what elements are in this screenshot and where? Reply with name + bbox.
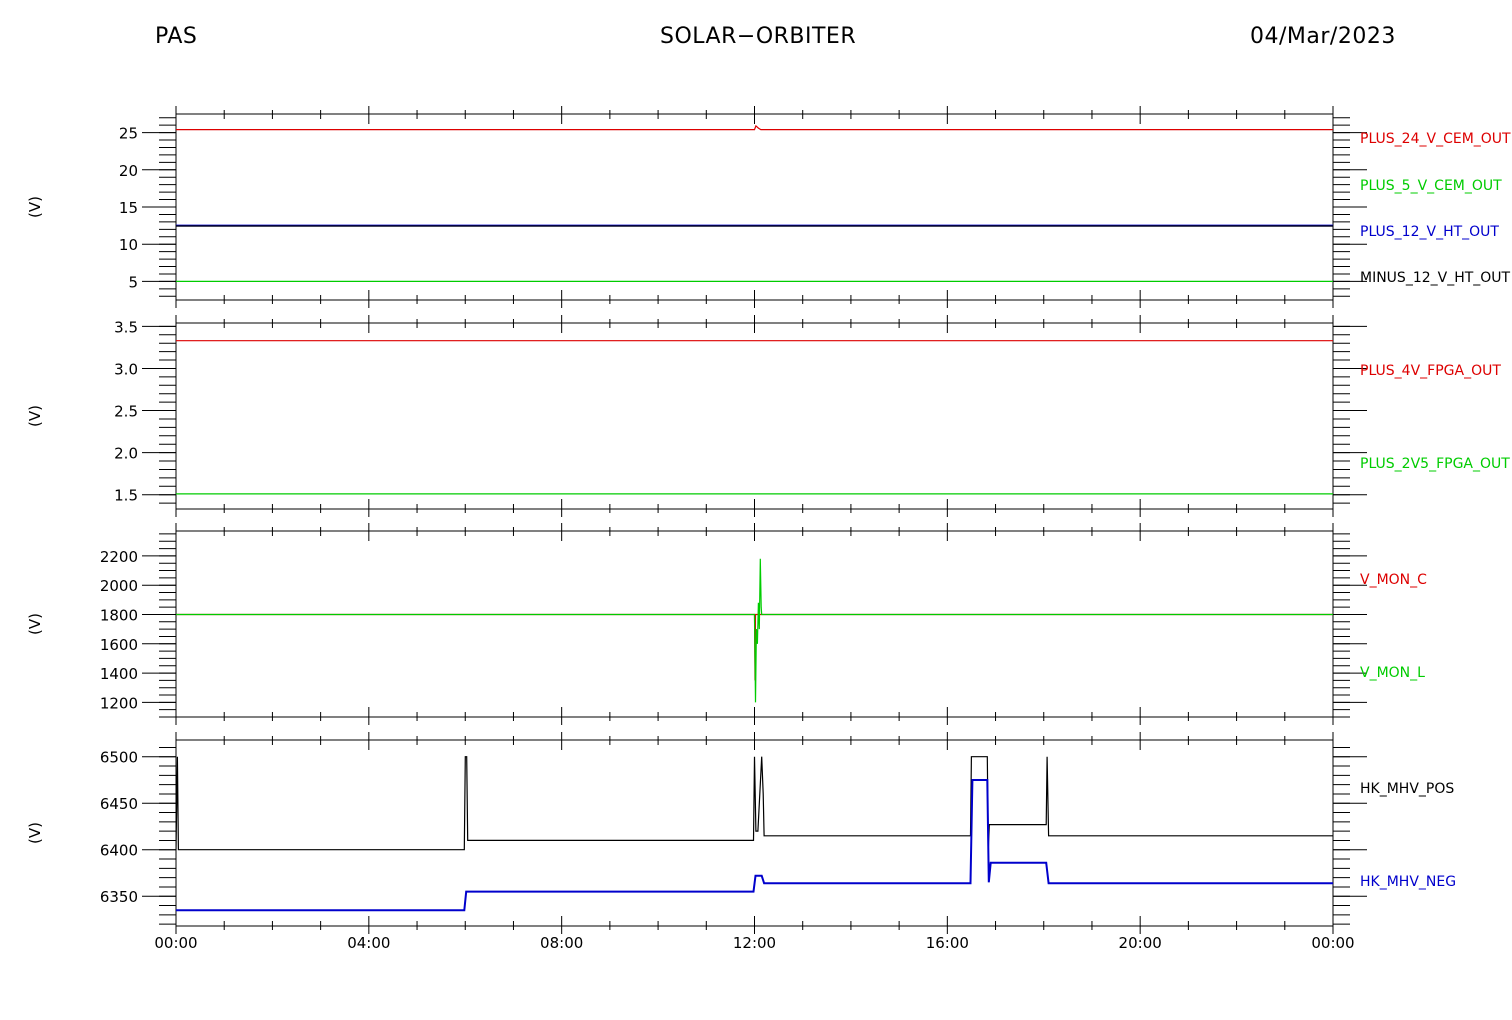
legend-label: PLUS_24_V_CEM_OUT [1360, 131, 1511, 147]
y-tick-label: 10 [119, 236, 138, 254]
panel-2: 1.5 2.0 2.5 3.0 3.5 (V) PLUS_4V_FPGA_OUT PLUS_2… [26, 315, 1510, 517]
y-tick-label: 20 [119, 162, 138, 180]
y-tick-label: 6400 [100, 842, 138, 860]
y-axis-label: (V) [26, 613, 44, 635]
panel-3: 1200 1400 1600 1800 2000 2200 (V) V_MON_C V_MON_… [26, 523, 1427, 725]
x-tick-label: 00:00 [154, 934, 197, 952]
y-axis-label: (V) [26, 196, 44, 218]
y-tick-label: 1200 [100, 694, 138, 712]
y-tick-label: 6500 [100, 749, 138, 767]
x-tick-label: 12:00 [733, 934, 776, 952]
y-axis-label: (V) [26, 405, 44, 427]
legend-label: HK_MHV_NEG [1360, 874, 1456, 890]
legend-label: PLUS_5_V_CEM_OUT [1360, 178, 1502, 194]
y-tick-label: 2200 [100, 548, 138, 566]
y-tick-label: 2.0 [114, 445, 138, 463]
y-tick-label: 1600 [100, 636, 138, 654]
legend-label: PLUS_4V_FPGA_OUT [1360, 363, 1501, 379]
y-tick-label: 3.0 [114, 360, 138, 378]
y-tick-label: 25 [119, 125, 138, 143]
y-tick-label: 6350 [100, 888, 138, 906]
legend-label: PLUS_12_V_HT_OUT [1360, 224, 1499, 240]
legend-label: PLUS_2V5_FPGA_OUT [1360, 456, 1510, 472]
panel-frame [175, 113, 1334, 301]
series-line-hk-mhv-pos [176, 756, 1333, 851]
y-tick-label: 1.5 [114, 487, 138, 505]
panel-4: 6350 6400 6450 6500 (V) HK_MHV_POS HK_MHV_NEG 0… [26, 732, 1456, 952]
x-tick-label: 16:00 [926, 934, 969, 952]
x-tick-label: 00:00 [1311, 934, 1354, 952]
y-tick-label: 15 [119, 199, 138, 217]
legend-label: MINUS_12_V_HT_OUT [1360, 270, 1511, 286]
y-tick-label: 3.5 [114, 318, 138, 336]
y-axis-label: (V) [26, 822, 44, 844]
x-tick-label: 20:00 [1119, 934, 1162, 952]
x-tick-label: 04:00 [347, 934, 390, 952]
y-tick-label: 1400 [100, 665, 138, 683]
y-tick-label: 6450 [100, 795, 138, 813]
panel-1: 5 10 15 20 25 (V) PLUS_24_V_CEM_OUT PLUS_5_V_CE… [26, 106, 1511, 308]
legend-label: V_MON_L [1360, 665, 1425, 681]
y-tick-label: 2.5 [114, 403, 138, 421]
series-line-plus-24-v-cem-out [176, 124, 1333, 131]
legend-label: V_MON_C [1360, 572, 1427, 588]
x-tick-label: 08:00 [540, 934, 583, 952]
y-tick-label: 2000 [100, 577, 138, 595]
legend-label: HK_MHV_POS [1360, 781, 1454, 797]
series-line-v-mon-l [176, 558, 1333, 703]
y-tick-label: 1800 [100, 606, 138, 624]
chart-area: 5 10 15 20 25 (V) PLUS_24_V_CEM_OUT PLUS_5_V_CE… [26, 106, 1511, 952]
panel-frame [175, 322, 1334, 510]
y-tick-label: 5 [128, 273, 138, 291]
